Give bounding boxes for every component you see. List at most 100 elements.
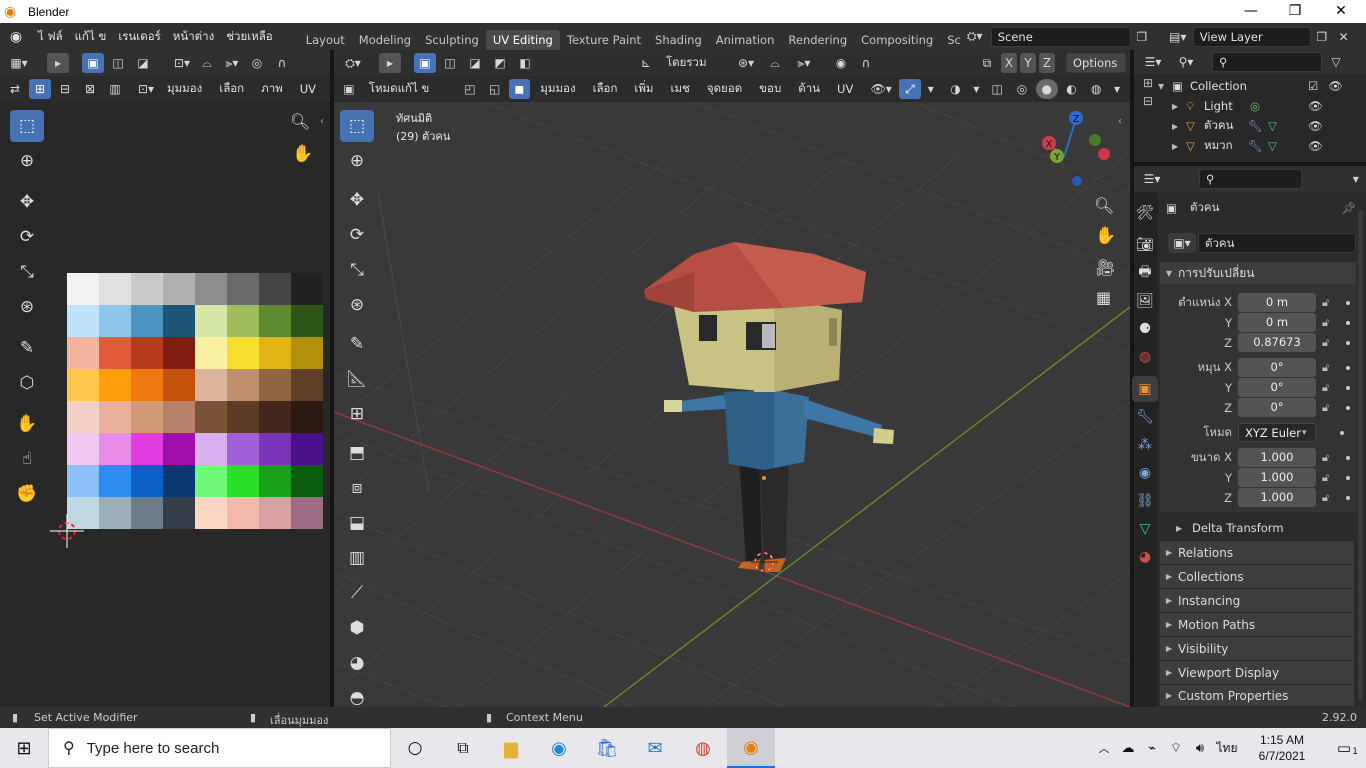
rendered-shading-icon[interactable]: ◍ [1085, 79, 1107, 99]
wifi-icon[interactable]: ⌔ [1164, 740, 1188, 756]
cube-tool-icon[interactable]: ⬡ [10, 367, 44, 399]
overlay-toggle-icon[interactable]: ◑ [945, 79, 967, 99]
rotation-z-field[interactable]: 0° [1238, 398, 1316, 417]
outliner-search-input[interactable]: ⚲ [1212, 52, 1322, 72]
camera-view-icon[interactable]: 🎥︎ [1095, 258, 1115, 277]
viewport-snap-target-icon[interactable]: ⫸▾ [789, 53, 819, 73]
outliner-type-icon[interactable]: ☰▾ [1138, 52, 1168, 72]
keyframe-dot[interactable] [1346, 320, 1350, 325]
display-mode-icon[interactable]: ⚲▾ [1171, 52, 1201, 72]
notifications-icon[interactable]: ▭ 1 [1322, 739, 1366, 757]
vp-add-cube-tool-icon[interactable]: ⊞ [340, 398, 374, 430]
vp-transform-tool-icon[interactable]: ⊛ [340, 289, 374, 321]
annotate-tool-icon[interactable]: ✎ [10, 332, 44, 364]
data-tab-icon[interactable]: ▽ [1132, 516, 1158, 542]
expand-arrow-icon[interactable]: ▶ [1172, 142, 1186, 151]
section-viewport-display[interactable]: ▶ Viewport Display [1160, 661, 1354, 685]
clock[interactable]: 1:15 AM 6/7/2021 [1242, 732, 1322, 764]
modifier-icon[interactable]: 🔧︎ [1248, 139, 1268, 153]
cursor-tool-icon[interactable]: ⊕ [10, 145, 44, 177]
remove-view-layer-icon[interactable]: ✕ [1333, 27, 1355, 47]
shading-dropdown-icon[interactable]: ▾ [1110, 79, 1124, 99]
object-browse-icon[interactable]: ▣▾ [1168, 233, 1196, 253]
new-scene-icon[interactable]: ❐ [1131, 27, 1153, 47]
section-custom-properties[interactable]: ▶ Custom Properties [1160, 685, 1354, 707]
mesh-data-icon[interactable]: ▽ [1268, 139, 1308, 153]
location-z-field[interactable]: 0.87673 [1238, 333, 1316, 352]
lock-icon[interactable]: 🔓︎ [1322, 336, 1336, 350]
object-tab-icon[interactable]: ▣ [1132, 376, 1158, 402]
uv-2d-cursor-icon[interactable] [50, 514, 84, 548]
vp-menu-select[interactable]: เลือก [586, 80, 625, 98]
uv-menu-select[interactable]: เลือก [212, 80, 251, 98]
xray-toggle-icon[interactable]: ◫ [986, 79, 1008, 99]
expand-arrow-icon[interactable]: ▶ [1172, 122, 1186, 131]
body-eye-icon[interactable]: 👁 [1308, 119, 1323, 133]
vp-pan-icon[interactable]: ✋ [1095, 226, 1116, 246]
grab-tool-icon[interactable]: ✋ [10, 408, 44, 440]
blender-menu-icon[interactable]: ◉ [0, 29, 32, 45]
pivot-icon[interactable]: ⊡▾ [171, 53, 193, 73]
vp-rotate-tool-icon[interactable]: ⟳ [340, 219, 374, 251]
render-tab-icon[interactable]: 📷︎ [1132, 232, 1158, 258]
object-name-field[interactable]: ตัวคน [1198, 233, 1356, 253]
viewport-select-intersect-icon[interactable]: ◧ [514, 53, 536, 73]
viewport-editor-type-icon[interactable]: ⛭▾ [338, 53, 368, 73]
blender-taskbar-icon[interactable]: ◉ [727, 728, 775, 768]
viewport-proportional-icon[interactable]: ◉ [830, 53, 852, 73]
vp-zoom-icon[interactable]: 🔍︎ [1094, 196, 1114, 215]
scene-name-field[interactable]: Scene [990, 26, 1131, 47]
workspace-tab-animation[interactable]: Animation [709, 30, 782, 50]
edge-browser-icon[interactable]: ◉ [535, 738, 583, 759]
viewport-select-invert-icon[interactable]: ◩ [489, 53, 511, 73]
location-x-field[interactable]: 0 m [1238, 293, 1316, 312]
keyframe-dot[interactable] [1346, 475, 1350, 480]
transform-panel-header[interactable]: ▼ การปรับเปลี่ยน [1160, 262, 1356, 284]
minimize-button[interactable]: — [1228, 0, 1274, 23]
menu-render[interactable]: เรนเดอร์ [112, 28, 166, 46]
scale-y-field[interactable]: 1.000 [1238, 468, 1316, 487]
lock-icon[interactable]: 🔓︎ [1322, 491, 1336, 505]
menu-edit[interactable]: แก้ไ ข [69, 28, 113, 46]
mesh-data-icon[interactable]: ▽ [1268, 119, 1308, 133]
cortana-icon[interactable]: ○ [391, 738, 439, 758]
vp-menu-vertex[interactable]: จุดยอด [700, 80, 749, 98]
tray-chevron-icon[interactable]: ︿ [1092, 740, 1116, 756]
lock-icon[interactable]: 🔓︎ [1322, 381, 1336, 395]
properties-search-input[interactable]: ⚲ [1198, 169, 1303, 189]
modifier-icon[interactable]: 🔧︎ [1248, 119, 1268, 133]
snap-icon[interactable]: ⌓ [196, 53, 218, 73]
light-data-icon[interactable]: ◎ [1250, 99, 1308, 113]
face-select-icon[interactable]: ⊠ [79, 79, 101, 99]
edit-mode-icon[interactable]: ▣ [338, 79, 360, 99]
section-instancing[interactable]: ▶ Instancing [1160, 589, 1354, 613]
section-relations[interactable]: ▶ Relations [1160, 541, 1354, 565]
relax-tool-icon[interactable]: ☝ [10, 443, 44, 475]
vp-measure-tool-icon[interactable]: 📐︎ [340, 363, 374, 395]
physics-tab-icon[interactable]: ◉ [1132, 460, 1158, 486]
keyframe-dot[interactable] [1346, 455, 1350, 460]
file-explorer-icon[interactable]: ▆ [487, 738, 535, 759]
editor-type-icon[interactable]: ▦▾ [4, 53, 34, 73]
transform-orientation-icon[interactable]: ⊾ [635, 53, 657, 73]
workspace-tab-rendering[interactable]: Rendering [781, 30, 854, 50]
workspace-tab-layout[interactable]: Layout [299, 30, 352, 50]
scene-tab-icon[interactable]: ⚈ [1132, 316, 1158, 342]
lock-icon[interactable]: 🔓︎ [1322, 361, 1336, 375]
vp-polybuild-tool-icon[interactable]: ⬢ [340, 612, 374, 644]
visibility-icon[interactable]: 👁▾ [866, 79, 896, 99]
modifier-tab-icon[interactable]: 🔧︎ [1132, 404, 1158, 430]
keyframe-dot[interactable] [1346, 365, 1350, 370]
menu-help[interactable]: ช่วยเหลือ [220, 28, 278, 46]
wireframe-shading-icon[interactable]: ◎ [1011, 79, 1033, 99]
viewport-select-tool-icon[interactable]: ▸ [379, 53, 401, 73]
volume-icon[interactable]: 🔊︎ [1188, 741, 1212, 756]
vp-menu-add[interactable]: เพิ่ม [627, 80, 660, 98]
lock-icon[interactable]: 🔓︎ [1322, 316, 1336, 330]
vp-scale-tool-icon[interactable]: ⤡ [340, 254, 374, 286]
mirror-toggle-icon[interactable]: ⧉ [976, 53, 998, 73]
particles-tab-icon[interactable]: ⁂ [1132, 432, 1158, 458]
section-motion-paths[interactable]: ▶ Motion Paths [1160, 613, 1354, 637]
vp-menu-view[interactable]: มุมมอง [533, 80, 582, 98]
pinch-tool-icon[interactable]: ✊ [10, 478, 44, 510]
